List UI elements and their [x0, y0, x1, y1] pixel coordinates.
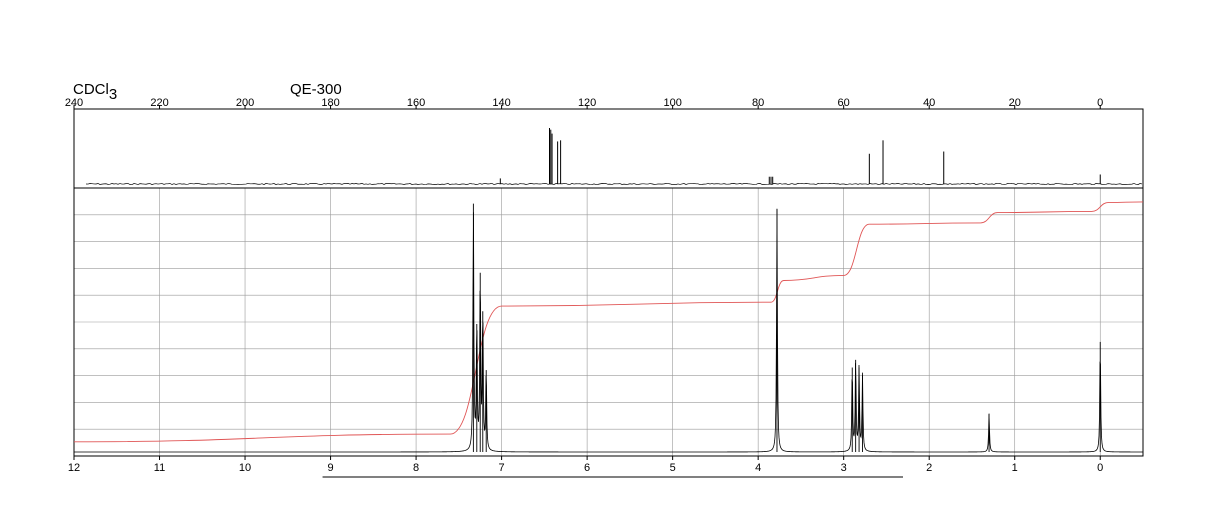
- h1-tick-label: 10: [239, 462, 251, 474]
- c13-tick-label: 140: [492, 97, 510, 109]
- c13-tick-label: 0: [1097, 97, 1103, 109]
- c13-tick-label: 160: [407, 97, 425, 109]
- c13-tick-label: 100: [663, 97, 681, 109]
- nmr-spectrum-figure: CDCl3 QE-300 240 220 200 180 160 140 120 100 80 6…: [65, 81, 1144, 478]
- h1-tick-label: 7: [499, 462, 505, 474]
- h1-spectrum: [74, 203, 1143, 453]
- c13-tick-label: 60: [838, 97, 850, 109]
- h1-tick-label: 9: [327, 462, 333, 474]
- h1-spectrum-trace: [74, 209, 1143, 453]
- c13-tick-label: 180: [321, 97, 339, 109]
- instrument-label: QE-300: [290, 81, 342, 98]
- h1-tick-label: 8: [413, 462, 419, 474]
- c13-tick-label: 200: [236, 97, 254, 109]
- c13-tick-label: 120: [578, 97, 596, 109]
- c13-tick-label: 240: [65, 97, 83, 109]
- h1-tick-label: 12: [68, 462, 80, 474]
- c13-tick-label: 20: [1009, 97, 1021, 109]
- h1-tick-label: 1: [1012, 462, 1018, 474]
- h1-tick-label: 0: [1097, 462, 1103, 474]
- h1-tick-label: 2: [926, 462, 932, 474]
- h1-tick-label: 4: [755, 462, 761, 474]
- solvent-prefix: CDCl: [73, 81, 109, 98]
- c13-panel-frame: [73, 108, 1144, 189]
- h1-axis: 12 11 10 9 8 7 6 5 4 3 2 1 0: [68, 456, 1103, 478]
- solvent-subscript: 3: [109, 86, 117, 103]
- c13-axis: 240 220 200 180 160 140 120 100 80 60 40 20 0: [65, 97, 1103, 109]
- c13-tick-label: 220: [150, 97, 168, 109]
- h1-tick-label: 6: [584, 462, 590, 474]
- h1-grid: [74, 188, 1143, 456]
- c13-tick-label: 40: [923, 97, 935, 109]
- c13-tick-label: 80: [752, 97, 764, 109]
- c13-baseline: [85, 183, 1143, 185]
- h1-tick-label: 3: [841, 462, 847, 474]
- c13-spectrum: [85, 128, 1143, 185]
- h1-tick-label: 11: [154, 462, 165, 474]
- h1-tick-label: 5: [670, 462, 676, 474]
